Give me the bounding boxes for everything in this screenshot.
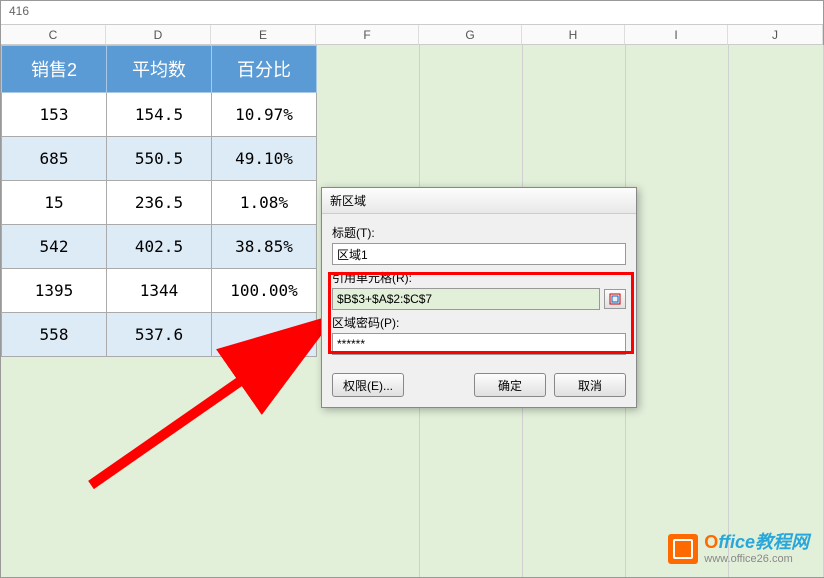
table-row: 558537.6	[2, 313, 317, 357]
watermark-text: Office教程网 www.office26.com	[704, 533, 809, 565]
table-header-cell[interactable]: 平均数	[107, 46, 212, 93]
column-headers: CDEFGHIJ	[1, 25, 823, 45]
dialog-buttons: 权限(E)... 确定 取消	[322, 365, 636, 407]
table-row: 685550.549.10%	[2, 137, 317, 181]
table-header-cell[interactable]: 百分比	[212, 46, 317, 93]
table-cell[interactable]: 1395	[2, 269, 107, 313]
permissions-button[interactable]: 权限(E)...	[332, 373, 404, 397]
watermark-url: www.office26.com	[704, 553, 809, 565]
watermark-o: O	[704, 532, 718, 552]
table-header-cell[interactable]: 销售2	[2, 46, 107, 93]
column-header[interactable]: G	[419, 25, 522, 45]
ref-label: 引用单元格(R):	[332, 269, 626, 286]
column-header[interactable]: I	[625, 25, 728, 45]
column-header[interactable]: E	[211, 25, 316, 45]
table-row: 153154.510.97%	[2, 93, 317, 137]
column-header[interactable]: F	[316, 25, 419, 45]
table-cell[interactable]: 542	[2, 225, 107, 269]
column-header[interactable]: J	[728, 25, 823, 45]
watermark-rest: ffice教程网	[718, 532, 809, 552]
table-cell[interactable]: 49.10%	[212, 137, 317, 181]
watermark: Office教程网 www.office26.com	[668, 533, 809, 565]
table-cell[interactable]	[212, 313, 317, 357]
collapse-icon	[609, 293, 621, 305]
pwd-input[interactable]	[332, 333, 626, 355]
new-range-dialog: 新区域 标题(T): 引用单元格(R): 区域密码(P): 权限(E)... 确…	[321, 187, 637, 408]
table-row: 542402.538.85%	[2, 225, 317, 269]
table-cell[interactable]: 153	[2, 93, 107, 137]
formula-bar-value: 416	[9, 4, 29, 18]
table-cell[interactable]: 685	[2, 137, 107, 181]
table-cell[interactable]: 100.00%	[212, 269, 317, 313]
table-cell[interactable]: 402.5	[107, 225, 212, 269]
table-row: 13951344100.00%	[2, 269, 317, 313]
table-cell[interactable]: 1344	[107, 269, 212, 313]
table-cell[interactable]: 38.85%	[212, 225, 317, 269]
dialog-title: 新区域	[322, 188, 636, 214]
column-header[interactable]: H	[522, 25, 625, 45]
data-table: 销售2平均数百分比 153154.510.97%685550.549.10%15…	[1, 45, 317, 357]
table-cell[interactable]: 537.6	[107, 313, 212, 357]
ref-picker-button[interactable]	[604, 289, 626, 309]
title-label: 标题(T):	[332, 224, 626, 241]
table-cell[interactable]: 10.97%	[212, 93, 317, 137]
title-input[interactable]	[332, 243, 626, 265]
pwd-label: 区域密码(P):	[332, 314, 626, 331]
table-cell[interactable]: 558	[2, 313, 107, 357]
table-cell[interactable]: 236.5	[107, 181, 212, 225]
table-cell[interactable]: 154.5	[107, 93, 212, 137]
ref-input[interactable]	[332, 288, 600, 310]
column-header[interactable]: C	[1, 25, 106, 45]
watermark-icon	[668, 534, 698, 564]
dialog-body: 标题(T): 引用单元格(R): 区域密码(P):	[322, 214, 636, 365]
column-header[interactable]: D	[106, 25, 211, 45]
table-cell[interactable]: 550.5	[107, 137, 212, 181]
table-cell[interactable]: 15	[2, 181, 107, 225]
table-cell[interactable]: 1.08%	[212, 181, 317, 225]
table-row: 15236.51.08%	[2, 181, 317, 225]
ok-button[interactable]: 确定	[474, 373, 546, 397]
cancel-button[interactable]: 取消	[554, 373, 626, 397]
formula-bar[interactable]: 416	[1, 1, 823, 25]
